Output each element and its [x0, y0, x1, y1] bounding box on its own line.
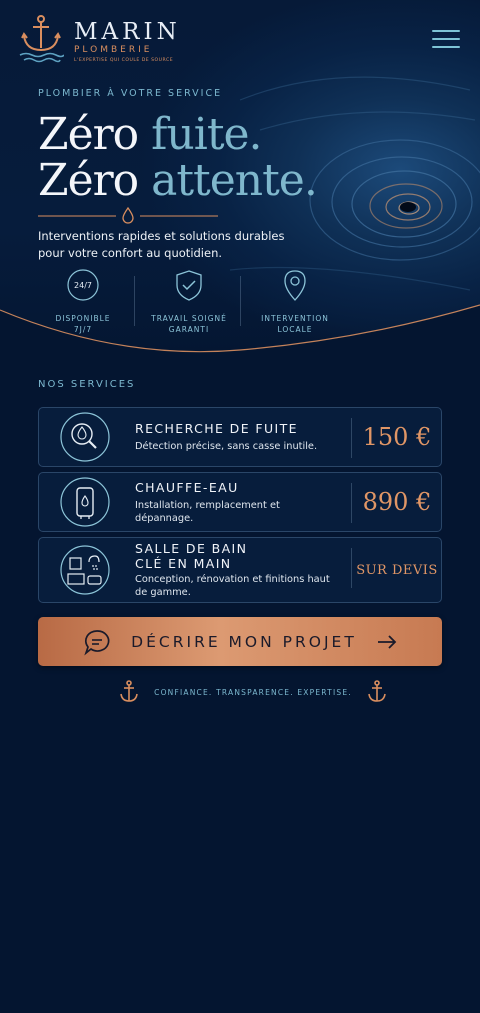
values-text: CONFIANCE. TRANSPARENCE. EXPERTISE.	[154, 687, 352, 697]
water-heater-icon	[60, 477, 110, 527]
anchor-icon	[368, 680, 386, 702]
page: MARIN PLOMBERIE L'EXPERTISE QUI COULE DE…	[0, 0, 480, 1013]
chat-bubble-icon	[84, 629, 110, 655]
badge-label-line1: INTERVENTION	[261, 314, 329, 323]
brand[interactable]: MARIN PLOMBERIE L'EXPERTISE QUI COULE DE…	[74, 20, 181, 63]
service-title: CHAUFFE-EAU	[135, 479, 239, 495]
service-title: SALLE DE BAIN CLÉ EN MAIN	[135, 541, 248, 571]
title-line2-accent: attente.	[151, 155, 318, 206]
hero-title: Zéro fuite. Zéro attente.	[38, 109, 318, 206]
service-price: 150 €	[362, 423, 432, 451]
service-price: 890 €	[362, 488, 432, 516]
badge-label-line2: LOCALE	[277, 325, 313, 334]
drop-divider	[38, 206, 218, 224]
bathroom-icon	[60, 545, 110, 595]
service-card-water-heater[interactable]: CHAUFFE-EAU Installation, remplacement e…	[38, 472, 442, 532]
title-line2-white: Zéro	[38, 155, 152, 206]
badge-guarantee: TRAVAIL SOIGNÉ GARANTI	[134, 268, 242, 335]
service-card-bathroom[interactable]: SALLE DE BAIN CLÉ EN MAIN Conception, ré…	[38, 537, 442, 603]
location-pin-icon	[284, 270, 306, 301]
water-drop-icon	[122, 206, 134, 224]
badge-label-line2: GARANTI	[168, 325, 210, 334]
service-description: Installation, remplacement et dépannage.	[135, 499, 280, 524]
site-header: MARIN PLOMBERIE L'EXPERTISE QUI COULE DE…	[18, 14, 181, 64]
anchor-logo-icon[interactable]	[18, 14, 64, 64]
service-title: RECHERCHE DE FUITE	[135, 421, 298, 436]
services-section-title: NOS SERVICES	[38, 379, 136, 390]
trust-badges: 24/7 DISPONIBLE 7J/7 TRAVAIL SOIGNÉ GARA…	[30, 268, 348, 335]
clock-24-7-icon: 24/7	[67, 269, 99, 301]
hero-eyebrow: PLOMBIER À VOTRE SERVICE	[38, 88, 223, 99]
brand-tagline: L'EXPERTISE QUI COULE DE SOURCE	[74, 58, 174, 63]
service-price: SUR DEVIS	[356, 562, 438, 578]
values-footer: CONFIANCE. TRANSPARENCE. EXPERTISE.	[118, 680, 388, 704]
badge-24-7-text: 24/7	[74, 281, 92, 290]
brand-subtitle: PLOMBERIE	[74, 45, 153, 55]
hamburger-menu-icon[interactable]	[432, 30, 460, 52]
service-card-leak[interactable]: RECHERCHE DE FUITE Détection précise, sa…	[38, 407, 442, 467]
leak-search-icon	[60, 412, 110, 462]
badge-label-line1: DISPONIBLE	[55, 314, 111, 323]
brand-name: MARIN	[74, 19, 181, 45]
badge-availability: 24/7 DISPONIBLE 7J/7	[30, 268, 136, 335]
service-description: Détection précise, sans casse inutile.	[135, 441, 318, 452]
describe-project-button[interactable]: DÉCRIRE MON PROJET	[38, 617, 442, 666]
shield-check-icon	[176, 270, 202, 301]
arrow-right-icon	[377, 634, 397, 649]
badge-local: INTERVENTION LOCALE	[240, 268, 348, 335]
badge-label-line1: TRAVAIL SOIGNÉ	[151, 314, 227, 323]
anchor-icon	[120, 680, 138, 702]
title-line1-white: Zéro	[38, 109, 152, 160]
title-line1-accent: fuite.	[151, 109, 262, 160]
badge-label-line2: 7J/7	[73, 325, 93, 334]
cta-label: DÉCRIRE MON PROJET	[131, 632, 357, 651]
service-description: Conception, rénovation et finitions haut…	[135, 574, 330, 598]
hero-lead: Interventions rapides et solutions durab…	[38, 229, 285, 260]
